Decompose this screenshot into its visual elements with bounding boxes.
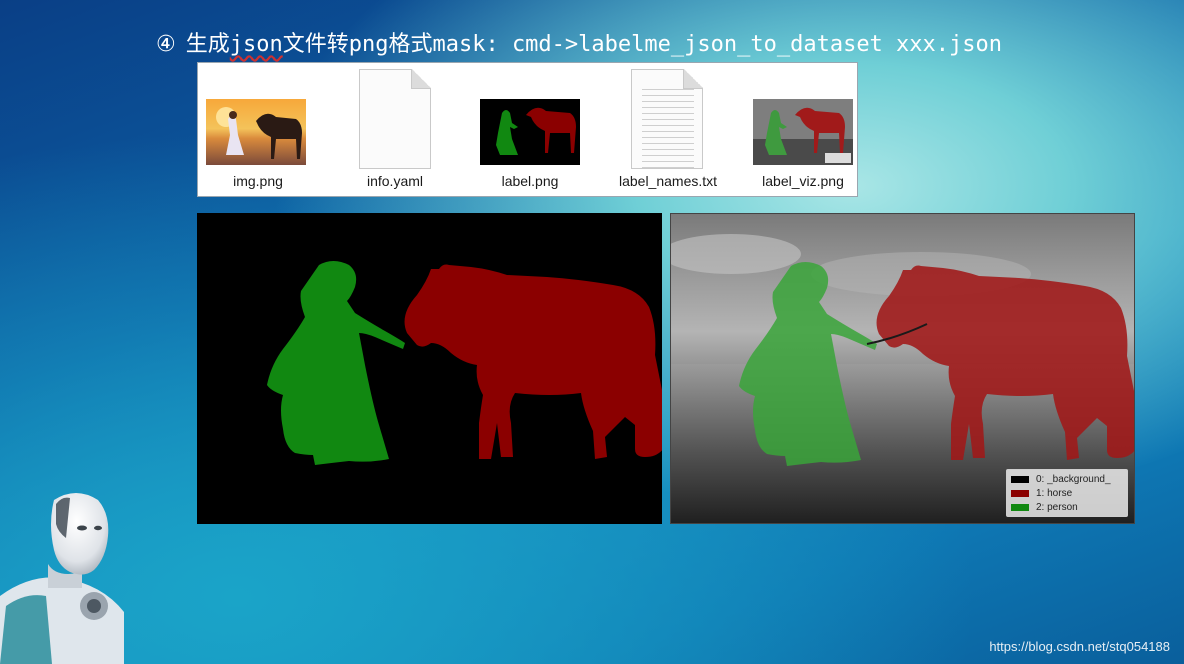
label-visualization-image: 0: _background_ 1: horse 2: person — [670, 213, 1135, 524]
blog-watermark: https://blog.csdn.net/stq054188 — [989, 639, 1170, 654]
mask-thumbnail — [480, 99, 580, 165]
slide-title: ④ 生成json文件转png格式mask: cmd->labelme_json_t… — [156, 30, 1002, 60]
file-item-label-names[interactable]: label_names.txt — [598, 63, 738, 198]
title-command: 文件转png格式mask: cmd->labelme_json_to_datas… — [282, 32, 1003, 57]
file-name: label.png — [501, 173, 559, 189]
file-name: info.yaml — [366, 173, 424, 189]
legend-label: 2: person — [1036, 501, 1078, 513]
robot-illustration — [0, 493, 124, 664]
mask-canvas — [197, 213, 666, 524]
text-document-icon — [631, 69, 703, 169]
file-item-info[interactable]: info.yaml — [328, 63, 468, 198]
file-name: label_names.txt — [618, 173, 718, 189]
viz-thumbnail — [753, 99, 853, 165]
legend-item-horse: 1: horse — [1011, 486, 1072, 500]
file-item-label[interactable]: label.png — [468, 63, 598, 198]
file-item-label-viz[interactable]: label_viz.png — [743, 63, 858, 198]
file-name: label_viz.png — [762, 173, 844, 189]
step-number: ④ — [156, 32, 176, 57]
blank-document-icon — [359, 69, 431, 169]
legend-item-background: 0: _background_ — [1011, 472, 1111, 486]
file-explorer-panel: img.png info.yaml label.png label_names.… — [197, 62, 858, 197]
legend-swatch — [1011, 475, 1029, 483]
legend-label: 1: horse — [1036, 487, 1073, 499]
label-mask-image — [197, 213, 666, 524]
class-legend: 0: _background_ 1: horse 2: person — [1006, 469, 1128, 517]
file-item-img[interactable]: img.png — [198, 63, 318, 198]
file-name: img.png — [233, 173, 283, 189]
title-prefix: 生成 — [185, 32, 230, 57]
title-json-word: json — [229, 32, 283, 57]
photo-thumbnail — [206, 99, 306, 165]
legend-label: 0: _background_ — [1036, 473, 1111, 485]
legend-swatch — [1011, 503, 1029, 511]
legend-item-person: 2: person — [1011, 500, 1078, 514]
legend-swatch — [1011, 489, 1029, 497]
